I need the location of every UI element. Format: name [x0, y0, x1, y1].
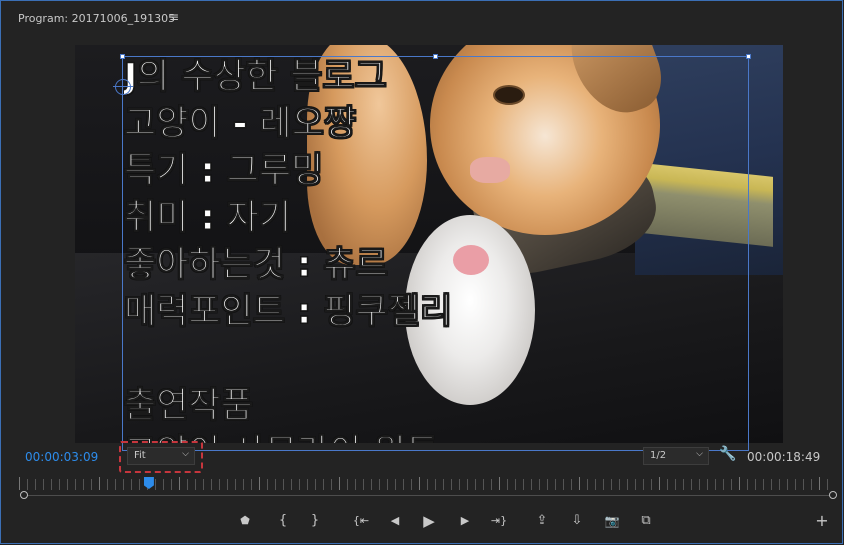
lift-icon[interactable]: ⇪ — [531, 510, 553, 532]
anchor-point-icon[interactable] — [113, 77, 133, 97]
mark-out-icon[interactable]: } — [304, 510, 326, 532]
comparison-view-icon[interactable]: ⧉ — [635, 510, 657, 532]
transform-handle[interactable] — [120, 54, 125, 59]
chevron-down-icon: ⌵ — [696, 449, 703, 459]
playback-resolution-select[interactable]: 1/2 ⌵ — [643, 447, 709, 465]
panel-titlebar: Program: 20171006_191305 ≡ — [1, 1, 842, 35]
go-to-out-icon[interactable]: ⇥} — [486, 510, 512, 532]
program-monitor-panel: Program: 20171006_191305 ≡ J의 수상한 블로그 고양… — [0, 0, 843, 544]
step-back-icon[interactable]: ◀ — [384, 510, 406, 532]
zoom-scrollbar[interactable] — [25, 495, 833, 496]
go-to-in-icon[interactable]: {⇤ — [348, 510, 374, 532]
duration-timecode: 00:00:18:49 — [747, 450, 821, 464]
panel-menu-icon[interactable]: ≡ — [169, 10, 179, 24]
scrollbar-right-handle[interactable] — [829, 491, 837, 499]
add-marker-icon[interactable]: ⬟ — [234, 510, 256, 532]
wrench-icon[interactable]: 🔧 — [719, 446, 736, 462]
play-icon[interactable]: ▶ — [418, 510, 440, 532]
export-frame-camera-icon[interactable]: 📷 — [601, 510, 623, 532]
time-ruler-major-ticks — [19, 477, 831, 490]
transform-handle[interactable] — [746, 54, 751, 59]
resolution-value: 1/2 — [650, 450, 667, 461]
scrollbar-left-handle[interactable] — [20, 491, 28, 499]
step-forward-icon[interactable]: ▶ — [454, 510, 476, 532]
current-timecode[interactable]: 00:00:03:09 — [25, 450, 98, 464]
transform-handle[interactable] — [433, 54, 438, 59]
extract-icon[interactable]: ⇩ — [566, 510, 588, 532]
mark-in-icon[interactable]: { — [272, 510, 294, 532]
transform-bounding-box[interactable] — [120, 54, 751, 451]
highlight-annotation — [119, 441, 203, 473]
button-editor-plus-icon[interactable]: + — [813, 511, 831, 530]
transport-controls: ⬟ { } {⇤ ◀ ▶ ▶ ⇥} ⇪ ⇩ 📷 ⧉ — [1, 510, 844, 532]
panel-title: Program: 20171006_191305 — [18, 12, 176, 25]
